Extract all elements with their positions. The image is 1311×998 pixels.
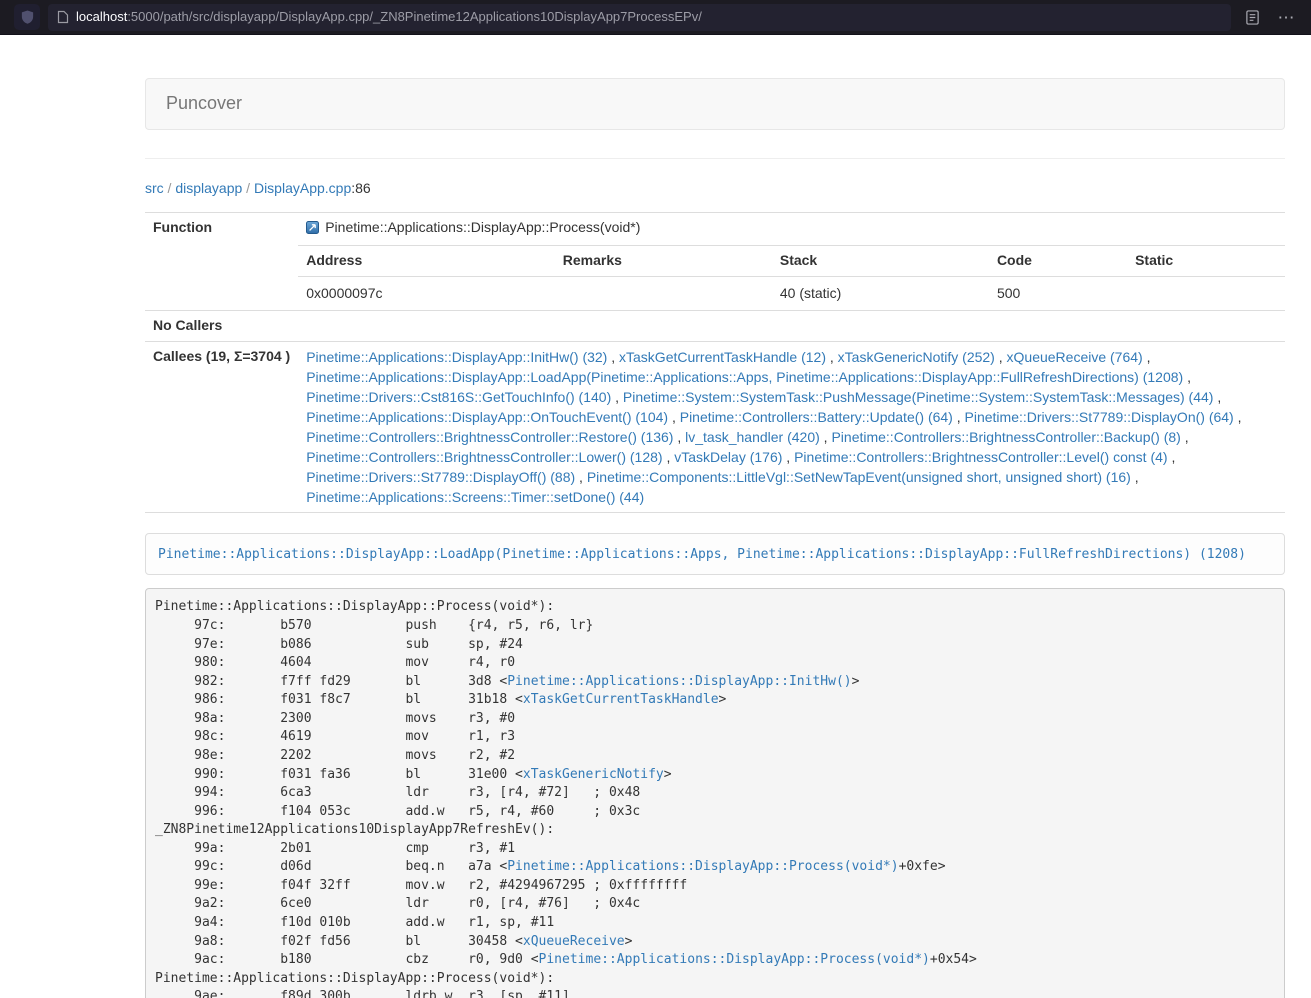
largest-callee-link[interactable]: Pinetime::Applications::DisplayApp::Load…: [158, 547, 1246, 562]
code-line: 99a: 2b01 cmp r3, #1: [155, 840, 1275, 859]
breadcrumb-link[interactable]: src: [145, 180, 164, 196]
callees-list: Pinetime::Applications::DisplayApp::Init…: [298, 341, 1285, 512]
callee-link[interactable]: Pinetime::Controllers::BrightnessControl…: [831, 429, 1180, 445]
code-line: 98a: 2300 movs r3, #0: [155, 710, 1275, 729]
address-cell: 0x0000097c: [298, 276, 555, 309]
url-path: :5000/path/src/displayapp/DisplayApp.cpp…: [127, 9, 702, 24]
code-line: 986: f031 f8c7 bl 31b18 <xTaskGetCurrent…: [155, 691, 1275, 710]
no-callers-row: No Callers: [145, 310, 1285, 341]
callee-link[interactable]: Pinetime::Drivers::St7789::DisplayOn() (…: [965, 409, 1234, 425]
callee-link[interactable]: lv_task_handler (420): [685, 429, 820, 445]
page-icon: [57, 10, 69, 24]
code-line: 990: f031 fa36 bl 31e00 <xTaskGenericNot…: [155, 766, 1275, 785]
no-callers-label: No Callers: [145, 310, 298, 341]
callee-link[interactable]: Pinetime::Controllers::BrightnessControl…: [306, 429, 673, 445]
method-icon: [306, 220, 319, 240]
tracking-protection-button[interactable]: [14, 4, 40, 30]
code-line: 98e: 2202 movs r2, #2: [155, 747, 1275, 766]
reader-view-button[interactable]: [1239, 4, 1265, 30]
code-line: 9ac: b180 cbz r0, 9d0 <Pinetime::Applica…: [155, 951, 1275, 970]
url-text: localhost:5000/path/src/displayapp/Displ…: [76, 8, 702, 27]
code-line: 996: f104 053c add.w r5, r4, #60 ; 0x3c: [155, 803, 1275, 822]
code-line: 980: 4604 mov r4, r0: [155, 654, 1275, 673]
code-line: 98c: 4619 mov r1, r3: [155, 728, 1275, 747]
highlight-box: Pinetime::Applications::DisplayApp::Load…: [145, 533, 1285, 576]
callee-link[interactable]: Pinetime::Controllers::BrightnessControl…: [794, 449, 1167, 465]
symbol-table: Function: [145, 212, 1285, 513]
callee-link[interactable]: Pinetime::Components::LittleVgl::SetNewT…: [587, 469, 1131, 485]
column-header-static: Static: [1127, 246, 1285, 276]
code-block: Pinetime::Applications::DisplayApp::Proc…: [145, 588, 1285, 998]
code-line: 9ae: f89d 300b ldrb.w r3, [sp, #11]: [155, 988, 1275, 998]
code-cell: 500: [989, 276, 1127, 309]
callee-link[interactable]: Pinetime::Applications::Screens::Timer::…: [306, 489, 644, 505]
code-line: 97e: b086 sub sp, #24: [155, 636, 1275, 655]
callees-row: Callees (19, Σ=3704 ) Pinetime::Applicat…: [145, 341, 1285, 512]
ellipsis-icon: ⋯: [1278, 9, 1295, 26]
breadcrumb-separator: /: [242, 180, 254, 196]
remarks-cell: [555, 276, 772, 309]
callee-link[interactable]: Pinetime::Applications::DisplayApp::Init…: [306, 349, 607, 365]
callee-link[interactable]: Pinetime::Applications::DisplayApp::OnTo…: [306, 409, 668, 425]
code-line: 97c: b570 push {r4, r5, r6, lr}: [155, 617, 1275, 636]
url-host: localhost: [76, 9, 127, 24]
code-symbol-link[interactable]: Pinetime::Applications::DisplayApp::Proc…: [507, 859, 898, 874]
stats-header-row: Address Remarks Stack Code Static: [298, 246, 1285, 276]
code-line: _ZN8Pinetime12Applications10DisplayApp7R…: [155, 821, 1275, 840]
function-name: Pinetime::Applications::DisplayApp::Proc…: [325, 219, 640, 235]
container: Puncover src / displayapp / DisplayApp.c…: [145, 78, 1285, 998]
code-line: Pinetime::Applications::DisplayApp::Proc…: [155, 970, 1275, 989]
callee-link[interactable]: Pinetime::Controllers::Battery::Update()…: [680, 409, 953, 425]
code-line: 9a2: 6ce0 ldr r0, [r4, #76] ; 0x4c: [155, 895, 1275, 914]
callee-link[interactable]: xTaskGetCurrentTaskHandle (12): [619, 349, 826, 365]
column-header-code: Code: [989, 246, 1127, 276]
breadcrumb: src / displayapp / DisplayApp.cpp:86: [145, 179, 1285, 199]
code-line: 9a8: f02f fd56 bl 30458 <xQueueReceive>: [155, 933, 1275, 952]
stats-row: Address Remarks Stack Code Static 0x0000…: [145, 245, 1285, 310]
function-row: Function: [145, 212, 1285, 245]
callee-link[interactable]: xQueueReceive (764): [1007, 349, 1143, 365]
breadcrumb-separator: /: [164, 180, 176, 196]
callee-link[interactable]: Pinetime::Drivers::Cst816S::GetTouchInfo…: [306, 389, 611, 405]
code-symbol-link[interactable]: Pinetime::Applications::DisplayApp::Proc…: [539, 952, 930, 967]
browser-menu-button[interactable]: ⋯: [1273, 4, 1299, 30]
url-bar[interactable]: localhost:5000/path/src/displayapp/Displ…: [48, 4, 1231, 31]
divider: [145, 158, 1285, 159]
shield-icon: [20, 9, 35, 25]
function-label: Function: [145, 212, 298, 310]
callee-link[interactable]: Pinetime::Drivers::St7789::DisplayOff() …: [306, 469, 575, 485]
breadcrumb-link[interactable]: DisplayApp.cpp: [254, 180, 351, 196]
callee-link[interactable]: xTaskGenericNotify (252): [838, 349, 995, 365]
brand-link[interactable]: Puncover: [166, 91, 242, 117]
code-symbol-link[interactable]: xQueueReceive: [523, 934, 625, 949]
static-cell: [1127, 276, 1285, 309]
navbar: Puncover: [145, 78, 1285, 130]
code-line: 994: 6ca3 ldr r3, [r4, #72] ; 0x48: [155, 784, 1275, 803]
code-symbol-link[interactable]: xTaskGetCurrentTaskHandle: [523, 692, 719, 707]
code-line: 99e: f04f 32ff mov.w r2, #4294967295 ; 0…: [155, 877, 1275, 896]
callee-link[interactable]: Pinetime::Controllers::BrightnessControl…: [306, 449, 662, 465]
code-symbol-link[interactable]: xTaskGenericNotify: [523, 767, 664, 782]
callee-link[interactable]: Pinetime::Applications::DisplayApp::Load…: [306, 369, 1183, 385]
breadcrumb-link[interactable]: displayapp: [175, 180, 242, 196]
page-content: Puncover src / displayapp / DisplayApp.c…: [0, 35, 1311, 998]
browser-toolbar: localhost:5000/path/src/displayapp/Displ…: [0, 0, 1311, 35]
reader-view-icon: [1245, 10, 1260, 25]
column-header-remarks: Remarks: [555, 246, 772, 276]
code-symbol-link[interactable]: Pinetime::Applications::DisplayApp::Init…: [507, 674, 851, 689]
code-line: Pinetime::Applications::DisplayApp::Proc…: [155, 598, 1275, 617]
breadcrumb-line-number: :86: [351, 180, 370, 196]
callee-link[interactable]: vTaskDelay (176): [674, 449, 782, 465]
stats-values-row: 0x0000097c 40 (static) 500: [298, 276, 1285, 309]
column-header-stack: Stack: [772, 246, 989, 276]
column-header-address: Address: [298, 246, 555, 276]
callee-link[interactable]: Pinetime::System::SystemTask::PushMessag…: [623, 389, 1214, 405]
code-line: 982: f7ff fd29 bl 3d8 <Pinetime::Applica…: [155, 673, 1275, 692]
code-line: 99c: d06d beq.n a7a <Pinetime::Applicati…: [155, 858, 1275, 877]
code-line: 9a4: f10d 010b add.w r1, sp, #11: [155, 914, 1275, 933]
callees-label: Callees (19, Σ=3704 ): [145, 341, 298, 512]
stack-cell: 40 (static): [772, 276, 989, 309]
stats-table: Address Remarks Stack Code Static 0x0000…: [298, 246, 1285, 310]
